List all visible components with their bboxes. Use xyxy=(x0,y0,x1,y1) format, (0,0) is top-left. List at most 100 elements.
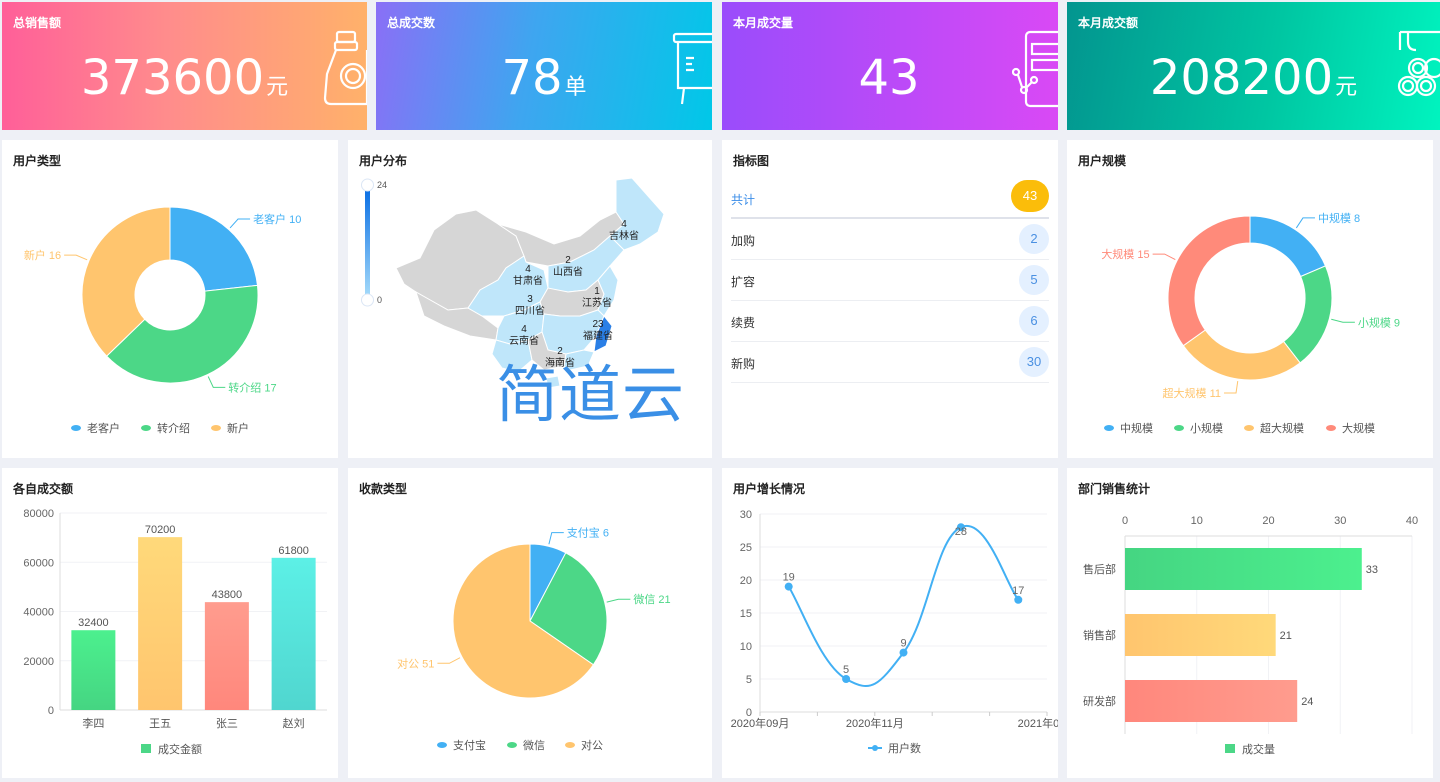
kpi-value: 208200 xyxy=(1149,50,1334,106)
legend-label-1: 支付宝 xyxy=(453,738,486,752)
user-growth-line-chart: 0510152025302020年09月2020年11月2021年01月1959… xyxy=(731,509,1058,755)
legend-label-1: 中规模 xyxy=(1120,421,1153,435)
legend-marker-2 xyxy=(1174,425,1184,431)
label-line-2 xyxy=(606,598,631,603)
kpi-title: 总销售额 xyxy=(13,16,62,30)
kpi-value-row: 78单 xyxy=(376,50,712,106)
data-label-1: 支付宝 6 xyxy=(567,526,609,540)
kpi-total-orders: 总成交数 78单 xyxy=(376,2,712,130)
region-value-2: 2 xyxy=(565,255,571,266)
bar-1 xyxy=(71,630,116,710)
x-tick-label-5: 40 xyxy=(1406,515,1418,527)
y-tick-label-6: 25 xyxy=(740,542,752,554)
data-label-3: 超大规模 11 xyxy=(1163,386,1221,400)
user-type-card: 用户类型 老客户 10 转介绍 17 新户 16 老客户 转介绍 新户 xyxy=(2,140,338,458)
region-value-4: 1 xyxy=(594,286,600,297)
y-tick-label-5: 20 xyxy=(740,575,752,587)
legend-marker-1 xyxy=(1104,425,1114,431)
y-tick-label-1: 0 xyxy=(48,705,54,717)
kpi-title: 总成交数 xyxy=(387,16,436,30)
watermark-text: 简道云 xyxy=(496,358,686,431)
kpi-title: 本月成交额 xyxy=(1078,16,1139,30)
metric-label: 新购 xyxy=(731,357,756,371)
metric-row[interactable]: 加购 2 xyxy=(731,219,1049,260)
visual-map-handle-max[interactable] xyxy=(361,178,374,192)
user-distribution-card: 用户分布 24 0 4 吉林省 2 山西省 4 甘肃省 1 江苏省 3 四川省 … xyxy=(348,140,712,458)
legend-label: 成交量 xyxy=(1242,742,1275,756)
y-tick-label-3: 10 xyxy=(740,641,752,653)
chart-document-icon xyxy=(1012,30,1058,108)
legend-label-3: 对公 xyxy=(581,738,603,752)
data-label-2: 转介绍 17 xyxy=(228,380,276,394)
y-tick-label-2: 销售部 xyxy=(1083,628,1116,642)
visual-map-min-label: 0 xyxy=(377,295,382,305)
y-tick-label-5: 80000 xyxy=(23,508,54,520)
region-value-1: 4 xyxy=(621,219,627,230)
legend-label-2: 小规模 xyxy=(1190,421,1223,435)
y-tick-label-3: 研发部 xyxy=(1083,694,1116,708)
user-scale-donut-chart: 中规模 8 小规模 9 超大规模 11 大规模 15 中规模 小规模 超大规模 大规模 xyxy=(1101,211,1400,435)
legend-marker-4 xyxy=(1326,425,1336,431)
bar-value-label-1: 32400 xyxy=(78,617,109,629)
metric-badge: 5 xyxy=(1019,265,1049,295)
region-name-5: 四川省 xyxy=(515,304,545,317)
bar-value-label-4: 61800 xyxy=(278,545,309,557)
payment-type-card: 收款类型 支付宝 6 微信 21 对公 51 支付宝 微信 对公 xyxy=(348,468,712,778)
region-name-3: 甘肃省 xyxy=(513,274,543,287)
metric-row[interactable]: 扩容 5 xyxy=(731,260,1049,301)
kpi-unit: 单 xyxy=(564,75,587,100)
visual-map-slider[interactable]: 24 0 xyxy=(361,178,388,307)
label-line-4 xyxy=(1152,253,1176,261)
series-line xyxy=(787,524,1020,688)
kpi-value: 43 xyxy=(858,50,920,106)
label-line-1 xyxy=(1295,217,1315,229)
y-tick-label-4: 15 xyxy=(740,608,752,620)
data-label-2: 微信 21 xyxy=(633,592,670,606)
metrics-list: 共计 43 加购 2 扩容 5 续费 6 新购 30 xyxy=(731,178,1049,383)
personal-sales-bar-chart: 0 20000 40000 60000 80000 32400 李四 70200 王五 43800… xyxy=(23,508,327,756)
bar-3 xyxy=(1125,680,1298,722)
legend-label-2: 微信 xyxy=(523,738,545,752)
legend-label-3: 超大规模 xyxy=(1260,421,1304,435)
data-label-1: 老客户 10 xyxy=(253,212,301,226)
kpi-total-sales: 总销售额 373600元 xyxy=(2,2,367,130)
payment-type-pie-chart: 支付宝 6 微信 21 对公 51 支付宝 微信 对公 xyxy=(397,526,671,752)
pie-slice-3 xyxy=(1182,329,1301,381)
y-tick-label-7: 30 xyxy=(740,509,752,521)
bar-value-label-2: 21 xyxy=(1280,630,1292,642)
y-tick-label-2: 20000 xyxy=(23,656,54,668)
y-tick-label-4: 60000 xyxy=(23,557,54,569)
metric-badge: 43 xyxy=(1011,180,1049,212)
legend-marker xyxy=(141,744,151,753)
metric-row[interactable]: 新购 30 xyxy=(731,342,1049,383)
kpi-value: 373600 xyxy=(80,50,265,106)
kpi-value: 78 xyxy=(501,50,563,106)
kpi-value-row: 373600元 xyxy=(2,50,367,106)
metric-row[interactable]: 续费 6 xyxy=(731,301,1049,342)
x-tick-label-1: 0 xyxy=(1122,515,1128,527)
bar-2 xyxy=(138,537,183,710)
metric-badge: 6 xyxy=(1019,306,1049,336)
data-label-3: 9 xyxy=(900,638,906,650)
pie-slice-4 xyxy=(1167,215,1251,347)
metric-label: 加购 xyxy=(731,234,756,248)
data-label-2: 5 xyxy=(843,664,849,676)
visual-map-bar xyxy=(365,190,370,300)
x-tick-label-4: 30 xyxy=(1334,515,1346,527)
legend-marker xyxy=(872,745,878,751)
data-point-1 xyxy=(784,582,793,591)
bar-value-label-1: 33 xyxy=(1366,564,1378,576)
data-point-2 xyxy=(842,675,851,683)
x-tick-label-3: 张三 xyxy=(216,717,238,730)
metric-row-total[interactable]: 共计 43 xyxy=(731,178,1049,219)
x-tick-label-5: 2021年01月 xyxy=(1018,716,1058,730)
label-line-3 xyxy=(437,657,461,664)
pie-slice-1 xyxy=(1249,215,1327,278)
label-line-2 xyxy=(1331,318,1355,323)
metric-label: 续费 xyxy=(731,316,756,330)
visual-map-handle-min[interactable] xyxy=(361,293,374,307)
data-label-5: 17 xyxy=(1012,585,1024,597)
data-label-1: 中规模 8 xyxy=(1318,211,1360,225)
legend-label: 用户数 xyxy=(888,741,921,755)
metric-label: 扩容 xyxy=(731,275,756,289)
